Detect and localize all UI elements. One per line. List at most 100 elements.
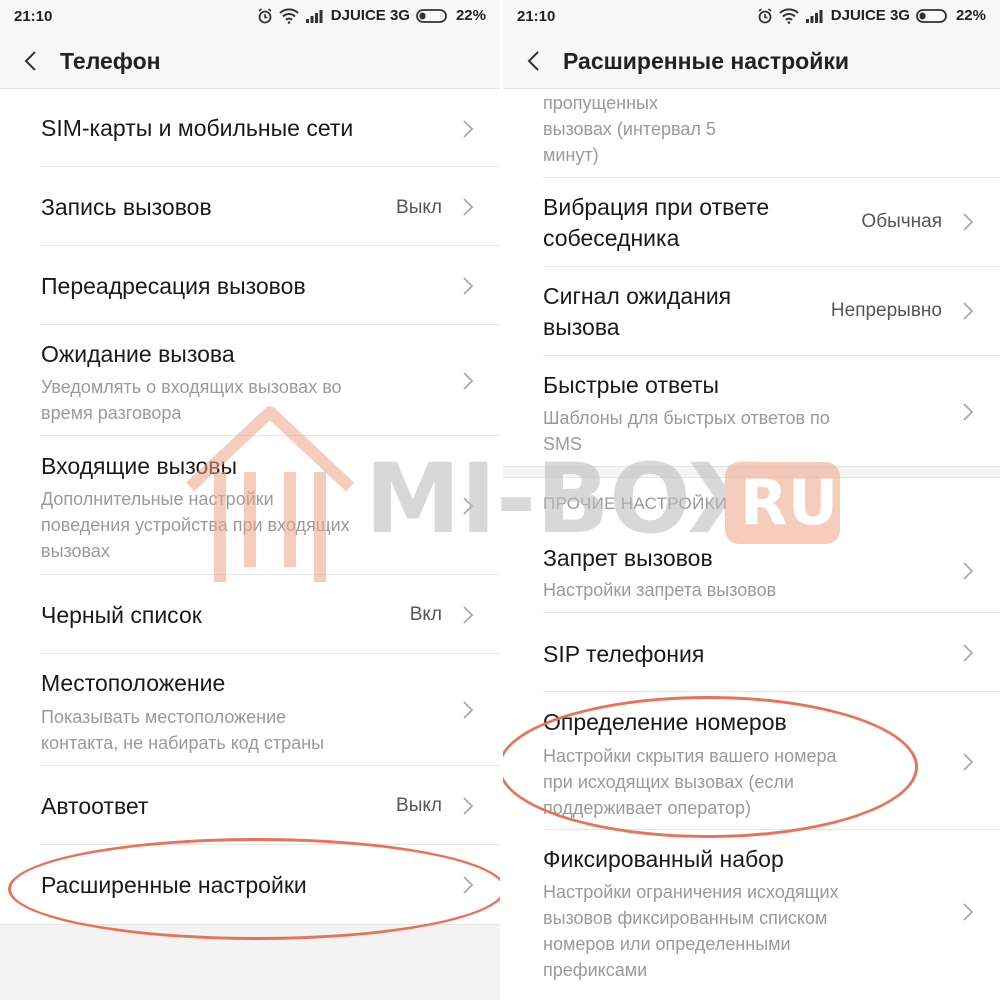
item-subtitle: префиксами xyxy=(543,960,648,980)
back-arrow-icon[interactable] xyxy=(20,49,42,73)
item-subtitle: Настройки скрытия вашего номера xyxy=(543,746,837,766)
list-item-vibration[interactable]: Вибрация при ответе собеседника Обычная xyxy=(503,178,1000,267)
battery-level: 22% xyxy=(455,7,486,24)
app-header: Телефон xyxy=(0,34,500,89)
battery-icon xyxy=(916,8,947,23)
section-gap xyxy=(503,466,1000,478)
item-value: Непрерывно xyxy=(830,300,942,321)
item-title: Автоответ xyxy=(41,793,149,819)
signal-icon xyxy=(805,9,823,23)
item-subtitle: Шаблоны для быстрых ответов по xyxy=(543,408,830,428)
list-item-advanced-settings[interactable]: Расширенные настройки xyxy=(0,845,500,924)
chevron-right-icon xyxy=(963,403,974,421)
status-time: 21:10 xyxy=(517,8,556,25)
list-item-sim[interactable]: SIM-карты и мобильные сети xyxy=(0,89,500,167)
chevron-right-icon xyxy=(963,753,974,771)
item-subtitle: Настройки запрета вызовов xyxy=(543,580,777,600)
item-title: Ожидание вызова xyxy=(41,341,235,367)
list-item-location[interactable]: Местоположение Показывать местоположение… xyxy=(0,654,500,766)
battery-level: 22% xyxy=(955,7,986,24)
item-title: Запись вызовов xyxy=(41,194,212,220)
item-subtitle: поведения устройства при входящих xyxy=(41,515,350,535)
item-subtitle: номеров или определенными xyxy=(543,934,791,954)
wifi-icon xyxy=(279,7,299,24)
right-screen: 21:10 DJUICE 3G 22% Расширенные настройк… xyxy=(503,0,1000,1000)
item-title: вызова xyxy=(543,314,620,340)
alarm-icon xyxy=(758,7,772,23)
status-bar: 21:10 DJUICE 3G 22% xyxy=(0,0,500,34)
status-bar: 21:10 DJUICE 3G 22% xyxy=(503,0,1000,34)
item-subtitle: Показывать местоположение xyxy=(41,707,287,727)
list-item-call-waiting[interactable]: Ожидание вызова Уведомлять о входящих вы… xyxy=(0,325,500,436)
item-value: Обычная xyxy=(861,211,942,232)
item-title: Расширенные настройки xyxy=(41,872,307,898)
battery-icon xyxy=(416,8,447,23)
chevron-right-icon xyxy=(463,797,474,815)
wifi-icon xyxy=(779,7,799,24)
item-title: Сигнал ожидания xyxy=(543,283,732,309)
chevron-right-icon xyxy=(963,644,974,662)
carrier-label: DJUICE 3G xyxy=(830,7,910,24)
item-subtitle: контакта, не набирать код страны xyxy=(41,733,325,753)
item-subtitle: Дополнительные настройки xyxy=(41,489,274,509)
chevron-right-icon xyxy=(463,876,474,894)
item-value: Выкл xyxy=(396,197,442,218)
item-title: собеседника xyxy=(543,225,680,251)
chevron-right-icon xyxy=(463,120,474,138)
chevron-right-icon xyxy=(463,372,474,390)
item-subtitle: время разговора xyxy=(41,403,182,423)
item-title: Входящие вызовы xyxy=(41,453,238,479)
chevron-right-icon xyxy=(963,213,974,231)
item-title: Фиксированный набор xyxy=(543,846,784,872)
item-subtitle: пропущенных xyxy=(543,93,658,113)
section-header-other: ПРОЧИЕ НАСТРОЙКИ xyxy=(543,494,728,513)
item-title: SIM-карты и мобильные сети xyxy=(41,115,354,141)
item-subtitle: вызовах (интервал 5 xyxy=(543,119,716,139)
app-header: Расширенные настройки xyxy=(503,34,1000,89)
page-title: Расширенные настройки xyxy=(563,48,850,74)
item-subtitle: Настройки ограничения исходящих xyxy=(543,882,839,902)
list-item-sip[interactable]: SIP телефония xyxy=(503,613,1000,692)
item-title: Запрет вызовов xyxy=(543,545,713,571)
item-title: Черный список xyxy=(41,602,202,628)
page-title: Телефон xyxy=(60,48,161,74)
list-item-autoanswer[interactable]: Автоответ Выкл xyxy=(0,766,500,845)
left-screen: 21:10 DJUICE 3G 22% Телефон SIM-карты и … xyxy=(0,0,500,1000)
item-subtitle: поддерживает оператор) xyxy=(543,798,751,818)
chevron-right-icon xyxy=(963,302,974,320)
chevron-right-icon xyxy=(463,198,474,216)
item-title: SIP телефония xyxy=(543,641,705,667)
list-bottom-band xyxy=(0,924,500,1000)
item-value: Вкл xyxy=(409,604,442,625)
item-title: Определение номеров xyxy=(543,709,787,735)
alarm-icon xyxy=(258,7,272,23)
chevron-right-icon xyxy=(463,497,474,515)
list-item-incoming-calls[interactable]: Входящие вызовы Дополнительные настройки… xyxy=(0,436,500,575)
chevron-right-icon xyxy=(963,562,974,580)
list-item-quick-replies[interactable]: Быстрые ответы Шаблоны для быстрых ответ… xyxy=(503,356,1000,466)
item-value: Выкл xyxy=(396,795,442,816)
chevron-right-icon xyxy=(463,277,474,295)
chevron-right-icon xyxy=(963,903,974,921)
item-title: Местоположение xyxy=(41,670,226,696)
list-item-caller-id[interactable]: Определение номеров Настройки скрытия ва… xyxy=(503,692,1000,830)
item-title: Быстрые ответы xyxy=(543,372,720,398)
item-title: Переадресация вызовов xyxy=(41,273,306,299)
back-arrow-icon[interactable] xyxy=(523,49,545,73)
item-subtitle: Уведомлять о входящих вызовах во xyxy=(41,377,342,397)
list-item-call-forwarding[interactable]: Переадресация вызовов xyxy=(0,246,500,325)
list-item-partial[interactable]: пропущенных вызовах (интервал 5 минут) xyxy=(503,89,1000,178)
status-time: 21:10 xyxy=(14,8,53,25)
list-item-call-recording[interactable]: Запись вызовов Выкл xyxy=(0,167,500,246)
item-subtitle: минут) xyxy=(543,145,599,165)
list-item-blacklist[interactable]: Черный список Вкл xyxy=(0,575,500,654)
list-item-call-barring[interactable]: Запрет вызовов Настройки запрета вызовов xyxy=(503,532,1000,613)
item-subtitle: SMS xyxy=(543,434,583,454)
list-item-fixed-dialing[interactable]: Фиксированный набор Настройки ограничени… xyxy=(503,830,1000,1000)
item-subtitle: вызовов фиксированным списком xyxy=(543,908,828,928)
signal-icon xyxy=(305,9,323,23)
item-subtitle: вызовах xyxy=(41,541,110,561)
item-title: Вибрация при ответе xyxy=(543,194,770,220)
chevron-right-icon xyxy=(463,606,474,624)
list-item-waiting-signal[interactable]: Сигнал ожидания вызова Непрерывно xyxy=(503,267,1000,356)
